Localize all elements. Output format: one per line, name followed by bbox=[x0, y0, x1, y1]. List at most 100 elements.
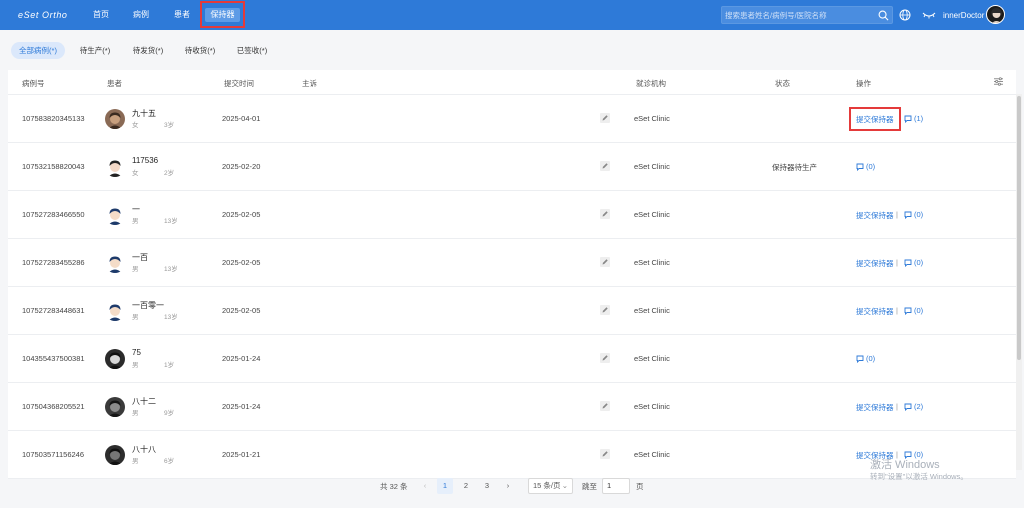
eye-icon[interactable] bbox=[922, 11, 936, 19]
clinic-name: eSet Clinic bbox=[634, 306, 670, 315]
patient-name[interactable]: 八十二 bbox=[132, 396, 156, 407]
table-row[interactable]: 107503571156246 八十八男 6岁 2025-01-21 eSet Clin… bbox=[8, 431, 1016, 479]
header-clinic: 就诊机构 bbox=[636, 79, 666, 88]
case-number[interactable]: 107527283466550 bbox=[22, 210, 85, 219]
page-1-button[interactable]: 1 bbox=[437, 478, 453, 494]
search-icon[interactable] bbox=[878, 10, 889, 21]
search-input[interactable] bbox=[725, 9, 875, 22]
table-scrollbar[interactable] bbox=[1016, 94, 1022, 470]
action-separator: | bbox=[896, 306, 898, 315]
table-row[interactable]: 107504368205521 八十二男 9岁 2025-01-24 eSet Clin… bbox=[8, 383, 1016, 431]
edit-icon[interactable] bbox=[600, 257, 610, 267]
comment-count-link[interactable]: (1) bbox=[914, 114, 923, 123]
comment-count-link[interactable]: (0) bbox=[866, 354, 875, 363]
nav-home[interactable]: 首页 bbox=[88, 8, 114, 22]
submit-retainer-link[interactable]: 提交保持器 bbox=[856, 210, 894, 221]
table-row[interactable]: 107527283466550 一男 13岁 2025-02-05 eSet Clini… bbox=[8, 191, 1016, 239]
clinic-name: eSet Clinic bbox=[634, 402, 670, 411]
table-row[interactable]: 107532158820043 117536 女 2岁 2025-02-20 eSet C… bbox=[8, 143, 1016, 191]
case-number[interactable]: 107583820345133 bbox=[22, 114, 85, 123]
patient-name[interactable]: 117536 bbox=[132, 156, 158, 165]
page-size-value: 15 条/页 bbox=[533, 481, 561, 490]
comment-count-link[interactable]: (0) bbox=[866, 162, 875, 171]
filter-pending-production[interactable]: 待生产(*) bbox=[75, 42, 115, 59]
comment-icon[interactable] bbox=[904, 211, 912, 219]
case-number[interactable]: 107503571156246 bbox=[22, 450, 84, 459]
page-suffix-label: 页 bbox=[636, 482, 644, 491]
case-number[interactable]: 104355437500381 bbox=[22, 354, 85, 363]
comment-icon[interactable] bbox=[904, 115, 912, 123]
prev-page-icon[interactable]: ‹ bbox=[417, 478, 433, 494]
filter-pending-shipment[interactable]: 待发货(*) bbox=[128, 42, 168, 59]
filter-pending-receipt[interactable]: 待收货(*) bbox=[180, 42, 220, 59]
table-row[interactable]: 107583820345133 九十五女 3岁 2025-04-01 eSet Clin… bbox=[8, 95, 1016, 143]
page-2-button[interactable]: 2 bbox=[458, 478, 474, 494]
header-patient: 患者 bbox=[107, 79, 122, 88]
header-submit-time: 提交时间 bbox=[224, 79, 254, 88]
comment-icon[interactable] bbox=[904, 403, 912, 411]
header-actions: 操作 bbox=[856, 79, 871, 88]
nav-patients[interactable]: 患者 bbox=[169, 8, 195, 22]
edit-icon[interactable] bbox=[600, 305, 610, 315]
comment-icon[interactable] bbox=[856, 355, 864, 363]
table-row[interactable]: 104355437500381 75 男 1岁 2025-01-24 eSet Clini… bbox=[8, 335, 1016, 383]
patient-age: 2岁 bbox=[164, 170, 175, 177]
nav-cases[interactable]: 病例 bbox=[128, 8, 154, 22]
patient-avatar bbox=[105, 301, 125, 321]
comment-icon[interactable] bbox=[856, 163, 864, 171]
user-avatar[interactable] bbox=[986, 5, 1005, 24]
patient-age: 13岁 bbox=[164, 218, 178, 225]
patient-gender: 男 bbox=[132, 314, 139, 321]
filter-signed[interactable]: 已签收(*) bbox=[232, 42, 272, 59]
nav-retainer-highlight-box bbox=[200, 1, 245, 28]
patient-gender: 男 bbox=[132, 458, 139, 465]
jump-page-input[interactable]: 1 bbox=[602, 478, 630, 494]
comment-count-link[interactable]: (0) bbox=[914, 306, 923, 315]
comment-icon[interactable] bbox=[904, 259, 912, 267]
patient-name[interactable]: 一 bbox=[132, 204, 140, 215]
case-number[interactable]: 107527283448631 bbox=[22, 306, 85, 315]
edit-icon[interactable] bbox=[600, 353, 610, 363]
windows-activation-hint: 转到"设置"以激活 Windows。 bbox=[870, 472, 968, 481]
page-size-select[interactable]: 15 条/页 ⌄ bbox=[528, 478, 573, 494]
comment-count-link[interactable]: (0) bbox=[914, 258, 923, 267]
case-number[interactable]: 107504368205521 bbox=[22, 402, 85, 411]
clinic-name: eSet Clinic bbox=[634, 258, 670, 267]
action-separator: | bbox=[896, 402, 898, 411]
table-row[interactable]: 107527283448631 一百零一男 13岁 2025-02-05 eSet Cl… bbox=[8, 287, 1016, 335]
submit-date: 2025-02-05 bbox=[222, 258, 261, 267]
patient-gender: 女 bbox=[132, 122, 139, 129]
filter-all-cases[interactable]: 全部病例(*) bbox=[11, 42, 65, 59]
submit-retainer-link[interactable]: 提交保持器 bbox=[856, 402, 894, 413]
clinic-name: eSet Clinic bbox=[634, 162, 670, 171]
edit-icon[interactable] bbox=[600, 209, 610, 219]
comment-icon[interactable] bbox=[904, 307, 912, 315]
patient-name[interactable]: 一百零一 bbox=[132, 300, 164, 311]
next-page-icon[interactable]: › bbox=[500, 478, 516, 494]
case-number[interactable]: 107532158820043 bbox=[22, 162, 85, 171]
edit-icon[interactable] bbox=[600, 401, 610, 411]
comment-count-link[interactable]: (2) bbox=[914, 402, 923, 411]
patient-name[interactable]: 75 bbox=[132, 348, 141, 357]
patient-name[interactable]: 一百 bbox=[132, 252, 148, 263]
scroll-thumb[interactable] bbox=[1017, 96, 1021, 360]
globe-icon[interactable] bbox=[899, 9, 911, 21]
app-logo[interactable]: eSet Ortho bbox=[18, 10, 68, 20]
username[interactable]: innerDoctor bbox=[943, 11, 984, 20]
page-3-button[interactable]: 3 bbox=[479, 478, 495, 494]
patient-avatar bbox=[105, 157, 125, 177]
header-case-no: 病例号 bbox=[22, 79, 45, 88]
comment-count-link[interactable]: (0) bbox=[914, 210, 923, 219]
pagination-total: 共 32 条 bbox=[380, 482, 408, 491]
table-row[interactable]: 107527283455286 一百男 13岁 2025-02-05 eSet Clin… bbox=[8, 239, 1016, 287]
submit-retainer-link[interactable]: 提交保持器 bbox=[856, 306, 894, 317]
edit-icon[interactable] bbox=[600, 161, 610, 171]
edit-icon[interactable] bbox=[600, 449, 610, 459]
case-number[interactable]: 107527283455286 bbox=[22, 258, 85, 267]
submit-retainer-link[interactable]: 提交保持器 bbox=[856, 258, 894, 269]
edit-icon[interactable] bbox=[600, 113, 610, 123]
column-settings-icon[interactable] bbox=[994, 77, 1003, 86]
patient-name[interactable]: 八十八 bbox=[132, 444, 156, 455]
patient-age: 13岁 bbox=[164, 314, 178, 321]
patient-name[interactable]: 九十五 bbox=[132, 108, 156, 119]
